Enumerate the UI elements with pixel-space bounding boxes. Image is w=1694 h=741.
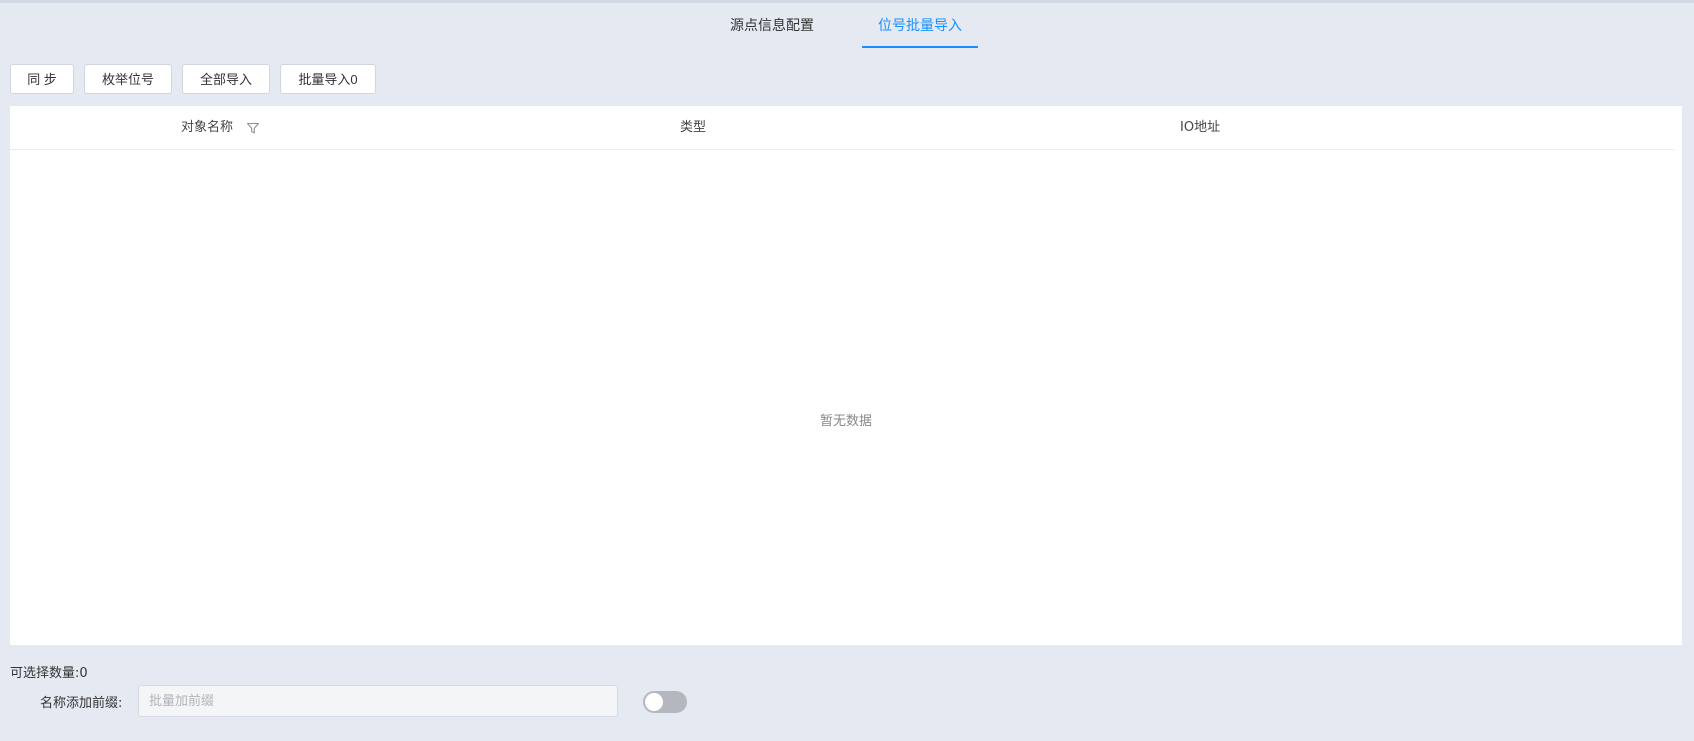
import-all-button[interactable]: 全部导入 [182,64,270,94]
toggle-knob [645,693,663,711]
column-header-object-name: 对象名称 [181,120,234,135]
selectable-count: 可选择数量:0 [10,666,88,681]
table-header: 对象名称 类型 IO地址 [10,106,1674,150]
column-header-io-address: IO地址 [1180,120,1221,135]
column-header-type: 类型 [680,120,707,135]
enumerate-tags-button[interactable]: 枚举位号 [84,64,172,94]
prefix-input[interactable] [138,685,618,717]
filter-icon[interactable] [246,121,260,135]
prefix-label: 名称添加前缀: [40,696,123,711]
tab-bar: 源点信息配置 位号批量导入 [0,3,1694,48]
sync-button[interactable]: 同 步 [10,64,74,94]
empty-state-text: 暂无数据 [819,414,872,429]
tab-batch-import[interactable]: 位号批量导入 [862,3,978,48]
batch-import-button[interactable]: 批量导入0 [280,64,376,94]
prefix-toggle[interactable] [643,691,687,713]
tab-source-config[interactable]: 源点信息配置 [722,3,822,48]
data-table: 对象名称 类型 IO地址 暂无数据 [10,106,1682,645]
